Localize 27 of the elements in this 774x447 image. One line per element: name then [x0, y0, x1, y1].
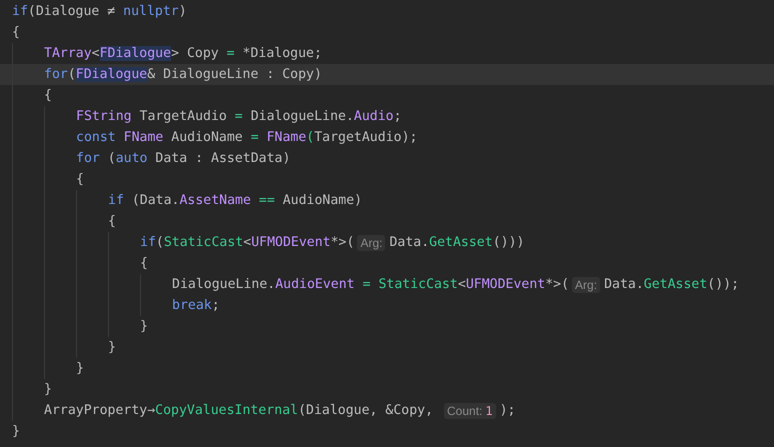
code-text: if(Dialogue ≠ nullptr) [12, 4, 187, 19]
code-text: const FName AudioName = FName(TargetAudio); [76, 130, 418, 145]
code-text: { [108, 214, 116, 229]
code-text: FString TargetAudio = DialogueLine.Audio; [76, 109, 402, 124]
code-text: for (auto Data : AssetData) [76, 151, 290, 166]
code-text: } [76, 361, 84, 376]
code-text: { [12, 25, 20, 40]
code-text: if(StaticCast<UFMODEvent*>( [140, 235, 354, 250]
code-text: DialogueLine.AudioEvent = StaticCast<UFMODEvent*>( [172, 277, 570, 292]
code-text: ); [500, 403, 516, 418]
code-text: break; [172, 298, 220, 313]
code-text: } [108, 340, 116, 355]
parameter-hint: Count: 1 [444, 402, 496, 418]
code-text: if (Data.AssetName == AudioName) [108, 193, 362, 208]
code-text: Data.GetAsset())) [389, 235, 524, 250]
code-text: for(FDialogue& DialogueLine : Copy) [44, 67, 322, 82]
parameter-hint: Arg: [572, 276, 600, 292]
code-text: } [140, 319, 148, 334]
code-text: TArray<FDialogue> Copy = *Dialogue; [44, 46, 322, 61]
code-text: Data.GetAsset()); [604, 277, 740, 292]
code-text: } [44, 382, 52, 397]
code-text: ArrayProperty→CopyValuesInternal(Dialogue, &Copy, [44, 403, 434, 418]
parameter-hint: Arg: [357, 234, 386, 250]
code-text: { [140, 256, 148, 271]
code-text: } [12, 424, 20, 439]
code-text: { [44, 88, 52, 103]
code-text: { [76, 172, 84, 187]
